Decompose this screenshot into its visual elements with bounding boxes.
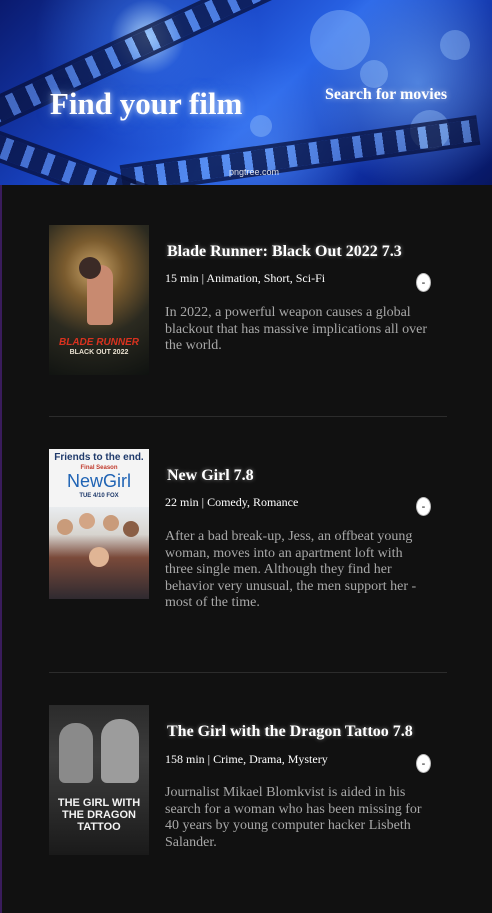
- movie-title: Blade Runner: Black Out 2022 7.3: [167, 243, 402, 260]
- poster-figure: [59, 723, 93, 783]
- movie-meta: 22 min | Comedy, Romance: [165, 495, 299, 509]
- watermark: pngtree.com: [229, 167, 280, 177]
- movie-poster: Friends to the end. Final Season NewGirl…: [49, 449, 149, 599]
- poster-figure: [79, 257, 101, 279]
- movie-card: Friends to the end. Final Season NewGirl…: [49, 449, 447, 610]
- movie-plot: After a bad break-up, Jess, an offbeat y…: [165, 529, 417, 610]
- movie-card: THE GIRL WITH THE DRAGON TATTOO The Girl…: [49, 705, 447, 855]
- poster-figure: [57, 519, 73, 535]
- movie-poster: THE GIRL WITH THE DRAGON TATTOO: [49, 705, 149, 855]
- poster-title: NewGirl: [66, 471, 131, 491]
- movie-title: New Girl 7.8: [167, 467, 254, 484]
- movie-card: BLADE RUNNER BLACK OUT 2022 Blade Runner…: [49, 225, 447, 375]
- poster-figure: [89, 547, 109, 567]
- collapse-toggle-button[interactable]: -: [416, 497, 431, 516]
- bokeh-light: [250, 115, 272, 137]
- movie-title: The Girl with the Dragon Tattoo 7.8: [167, 723, 413, 740]
- page-title: Find your film: [50, 86, 243, 121]
- poster-figure: [79, 513, 95, 529]
- collapse-toggle-button[interactable]: -: [416, 273, 431, 292]
- page-left-edge: [0, 185, 2, 913]
- bokeh-light: [440, 30, 470, 60]
- poster-date: TUE 4/10 FOX: [79, 493, 119, 499]
- divider: [49, 416, 447, 417]
- bokeh-light: [310, 10, 370, 70]
- poster-title: THE GIRL WITH THE DRAGON TATTOO: [57, 797, 141, 833]
- divider: [49, 672, 447, 673]
- movie-plot: Journalist Mikael Blomkvist is aided in …: [165, 785, 422, 850]
- movie-meta: 158 min | Crime, Drama, Mystery: [165, 752, 328, 766]
- poster-tagline: Friends to the end.: [54, 452, 144, 463]
- hero-banner: Find your film Search for movies pngtree…: [0, 0, 492, 185]
- search-movies-link[interactable]: Search for movies: [325, 86, 447, 104]
- poster-figure: [101, 719, 139, 783]
- bokeh-light: [360, 60, 388, 88]
- movie-poster: BLADE RUNNER BLACK OUT 2022: [49, 225, 149, 375]
- poster-figure: [103, 515, 119, 531]
- movie-meta: 15 min | Animation, Short, Sci-Fi: [165, 271, 326, 285]
- collapse-toggle-button[interactable]: -: [416, 754, 431, 773]
- poster-title: BLADE RUNNER: [59, 337, 139, 348]
- film-strip-decoration: [119, 115, 481, 185]
- poster-subtitle: BLACK OUT 2022: [69, 349, 129, 356]
- poster-figure: [123, 521, 139, 537]
- movie-plot: In 2022, a powerful weapon causes a glob…: [165, 305, 428, 353]
